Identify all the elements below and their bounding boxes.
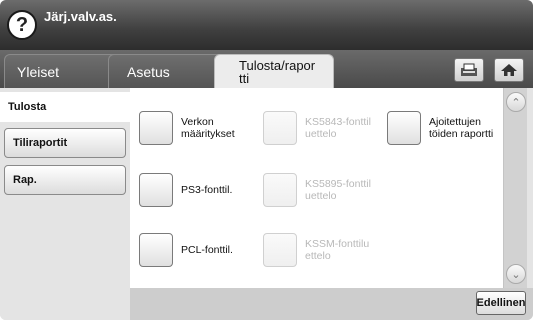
option-ps3-fonttil[interactable]: PS3-fonttil.: [139, 173, 271, 207]
sidebar-item-tulosta[interactable]: Tulosta: [0, 92, 130, 122]
option-label-line1: KSSM-fonttilu: [305, 238, 370, 250]
scroll-up-glyph: ⌃: [511, 96, 521, 109]
tab-label-line1: Tulosta/rapor: [239, 57, 316, 73]
help-button-label: ?: [15, 13, 29, 36]
back-button[interactable]: Edellinen: [476, 291, 526, 315]
tab-label: Yleiset: [17, 63, 60, 80]
option-label-line2: uettelo: [305, 128, 337, 140]
option-ks5895-fonttiluettelo: KS5895-fonttil uettelo: [263, 173, 395, 207]
option-button[interactable]: [387, 111, 421, 145]
scrollbar[interactable]: ⌃ ⌄: [503, 88, 527, 288]
tab-label-line2: tti: [239, 70, 250, 86]
question-mark-icon[interactable]: ?: [7, 10, 37, 40]
sidebar-item-tiliraportit[interactable]: Tiliraportit: [4, 128, 126, 158]
job-status-icon[interactable]: [454, 58, 484, 82]
option-label-line1: KS5843-fonttil: [305, 116, 371, 128]
option-button: [263, 233, 297, 267]
tab-yleiset[interactable]: Yleiset: [4, 54, 120, 88]
option-label: PS3-fonttil.: [181, 184, 233, 196]
printer-panel-screen: ? Järj.valv.as. Yleiset Asetus Tulosta/r…: [0, 0, 533, 320]
option-button[interactable]: [139, 173, 173, 207]
option-label: Verkon määritykset: [181, 116, 271, 140]
sidebar-item-rap[interactable]: Rap.: [4, 165, 126, 195]
option-label-line1: Ajoitettujen: [429, 116, 481, 128]
option-kssm-fonttiluettelo: KSSM-fonttilu ettelo: [263, 233, 395, 267]
option-label-line2: määritykset: [181, 128, 235, 140]
option-button: [263, 111, 297, 145]
option-label-line1: KS5895-fonttil: [305, 178, 371, 190]
tab-label: Asetus: [127, 63, 170, 80]
chevron-up-icon[interactable]: ⌃: [506, 92, 526, 112]
option-button[interactable]: [139, 233, 173, 267]
option-ks5843-fonttiluettelo: KS5843-fonttil uettelo: [263, 111, 395, 145]
option-button: [263, 173, 297, 207]
option-label: KS5895-fonttil uettelo: [305, 178, 395, 202]
option-label: KS5843-fonttil uettelo: [305, 116, 395, 140]
chevron-down-icon[interactable]: ⌄: [506, 264, 526, 284]
page-title: Järj.valv.as.: [44, 9, 117, 24]
sidebar-item-label: Tiliraportit: [13, 137, 68, 149]
option-label: PCL-fonttil.: [181, 244, 233, 256]
option-label-line1: Verkon: [181, 116, 214, 128]
title-bar: ? Järj.valv.as.: [0, 0, 533, 50]
sidebar-item-label: Rap.: [13, 174, 37, 186]
option-pcl-fonttil[interactable]: PCL-fonttil.: [139, 233, 271, 267]
tab-tulosta-raportti[interactable]: Tulosta/rapor tti: [214, 54, 334, 88]
option-ajoitettujen-toiden-raportti[interactable]: Ajoitettujen töiden raportti: [387, 111, 507, 145]
home-icon[interactable]: [494, 58, 524, 82]
sidebar-item-label: Tulosta: [8, 101, 47, 113]
option-button[interactable]: [139, 111, 173, 145]
option-label-line2: töiden raportti: [429, 128, 494, 140]
bottom-bar: [130, 288, 533, 320]
option-label: Ajoitettujen töiden raportti: [429, 116, 507, 140]
option-label: KSSM-fonttilu ettelo: [305, 238, 395, 262]
option-verkon-maaritykset[interactable]: Verkon määritykset: [139, 111, 271, 145]
scroll-down-glyph: ⌄: [511, 268, 521, 281]
option-label-line2: ettelo: [305, 250, 331, 262]
option-label-line2: uettelo: [305, 190, 337, 202]
